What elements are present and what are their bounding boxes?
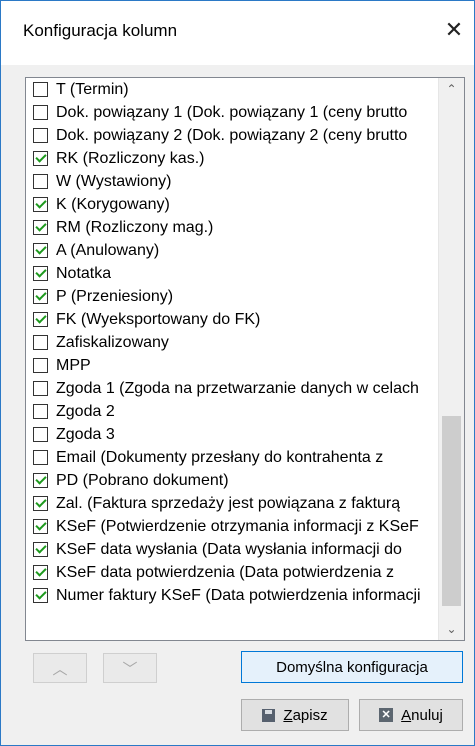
save-button-label: Zapisz (283, 706, 328, 724)
move-down-button[interactable]: ﹀ (103, 653, 157, 683)
columns-list: T (Termin) Dok. powiązany 1 (Dok. powiąza… (26, 78, 438, 607)
column-label: KSeF (Potwierdzenie otrzymania informacj… (56, 517, 419, 535)
column-checklist-item[interactable]: Zafiskalizowany (26, 331, 438, 354)
column-checklist-item[interactable]: Numer faktury KSeF (Data potwierdzenia i… (26, 584, 438, 607)
column-label: KSeF data wysłania (Data wysłania inform… (56, 540, 402, 558)
column-checklist-item[interactable]: K (Korygowany) (26, 193, 438, 216)
column-checkbox[interactable] (33, 243, 48, 258)
column-checkbox[interactable] (33, 473, 48, 488)
cancel-button[interactable]: ✕ Anuluj (359, 699, 463, 731)
title-bar: Konfiguracja kolumn ✕ (1, 1, 474, 65)
column-checkbox[interactable] (33, 404, 48, 419)
column-checklist-item[interactable]: Zgoda 2 (26, 400, 438, 423)
column-checkbox[interactable] (33, 105, 48, 120)
column-config-dialog: Konfiguracja kolumn ✕ T (Termin) Dok. pow… (0, 0, 475, 746)
column-checklist-item[interactable]: Dok. powiązany 2 (Dok. powiązany 2 (ceny… (26, 124, 438, 147)
column-label: MPP (56, 356, 91, 374)
column-checklist-item[interactable]: KSeF data potwierdzenia (Data potwierdze… (26, 561, 438, 584)
column-label: W (Wystawiony) (56, 172, 172, 190)
column-label: PD (Pobrano dokument) (56, 471, 229, 489)
column-checkbox[interactable] (33, 335, 48, 350)
save-button[interactable]: Zapisz (241, 699, 349, 731)
column-checkbox[interactable] (33, 220, 48, 235)
column-label: A (Anulowany) (56, 241, 160, 259)
column-checkbox[interactable] (33, 82, 48, 97)
column-checklist-item[interactable]: PD (Pobrano dokument) (26, 469, 438, 492)
column-checkbox[interactable] (33, 450, 48, 465)
window-title: Konfiguracja kolumn (23, 21, 178, 40)
column-checkbox[interactable] (33, 151, 48, 166)
column-label: Notatka (56, 264, 112, 282)
default-config-button[interactable]: Domyślna konfiguracja (241, 651, 463, 683)
column-checklist-item[interactable]: W (Wystawiony) (26, 170, 438, 193)
column-checkbox[interactable] (33, 588, 48, 603)
cancel-x-icon: ✕ (379, 708, 394, 722)
column-label: KSeF data potwierdzenia (Data potwierdze… (56, 563, 394, 581)
column-checklist-item[interactable]: Zal. (Faktura sprzedaży jest powiązana z… (26, 492, 438, 515)
column-checkbox[interactable] (33, 197, 48, 212)
column-label: Zgoda 1 (Zgoda na przetwarzanie danych w… (56, 379, 419, 397)
scrollbar-thumb[interactable] (442, 416, 461, 606)
columns-checklist[interactable]: T (Termin) Dok. powiązany 1 (Dok. powiąza… (25, 77, 465, 641)
column-checklist-item[interactable]: RK (Rozliczony kas.) (26, 147, 438, 170)
column-checklist-item[interactable]: KSeF data wysłania (Data wysłania inform… (26, 538, 438, 561)
column-checklist-item[interactable]: Email (Dokumenty przesłany do kontrahent… (26, 446, 438, 469)
column-label: Dok. powiązany 1 (Dok. powiązany 1 (ceny… (56, 103, 408, 121)
column-checkbox[interactable] (33, 266, 48, 281)
chevron-up-icon: ︿ (52, 660, 68, 678)
column-checkbox[interactable] (33, 289, 48, 304)
scroll-down-icon[interactable]: ⌄ (439, 618, 464, 640)
column-label: RK (Rozliczony kas.) (56, 149, 205, 167)
column-label: Email (Dokumenty przesłany do kontrahent… (56, 448, 384, 466)
column-label: P (Przeniesiony) (56, 287, 174, 305)
column-checklist-item[interactable]: Zgoda 1 (Zgoda na przetwarzanie danych w… (26, 377, 438, 400)
column-checkbox[interactable] (33, 427, 48, 442)
column-checkbox[interactable] (33, 496, 48, 511)
cancel-button-label: Anuluj (401, 706, 443, 724)
column-checklist-item[interactable]: Zgoda 3 (26, 423, 438, 446)
column-checklist-item[interactable]: MPP (26, 354, 438, 377)
close-icon[interactable]: ✕ (439, 15, 469, 45)
column-label: Zal. (Faktura sprzedaży jest powiązana z… (56, 494, 401, 512)
column-checkbox[interactable] (33, 312, 48, 327)
chevron-down-icon: ﹀ (122, 660, 138, 678)
column-checklist-item[interactable]: Notatka (26, 262, 438, 285)
column-checkbox[interactable] (33, 542, 48, 557)
column-checkbox[interactable] (33, 381, 48, 396)
column-label: Dok. powiązany 2 (Dok. powiązany 2 (ceny… (56, 126, 408, 144)
column-label: RM (Rozliczony mag.) (56, 218, 214, 236)
column-label: Zgoda 2 (56, 402, 115, 420)
vertical-scrollbar[interactable]: ⌃ ⌄ (438, 78, 464, 640)
column-checkbox[interactable] (33, 174, 48, 189)
dialog-body: T (Termin) Dok. powiązany 1 (Dok. powiąza… (1, 65, 474, 745)
column-label: Numer faktury KSeF (Data potwierdzenia i… (56, 586, 421, 604)
column-checkbox[interactable] (33, 358, 48, 373)
column-label: Zafiskalizowany (56, 333, 169, 351)
column-checkbox[interactable] (33, 565, 48, 580)
column-checklist-item[interactable]: Dok. powiązany 1 (Dok. powiązany 1 (ceny… (26, 101, 438, 124)
column-checklist-item[interactable]: FK (Wyeksportowany do FK) (26, 308, 438, 331)
column-checkbox[interactable] (33, 519, 48, 534)
scroll-up-icon[interactable]: ⌃ (439, 78, 464, 100)
floppy-disk-icon (262, 708, 276, 722)
column-checklist-item[interactable]: A (Anulowany) (26, 239, 438, 262)
column-checklist-item[interactable]: KSeF (Potwierdzenie otrzymania informacj… (26, 515, 438, 538)
move-up-button[interactable]: ︿ (33, 653, 87, 683)
column-label: K (Korygowany) (56, 195, 170, 213)
column-label: Zgoda 3 (56, 425, 115, 443)
column-label: T (Termin) (56, 80, 129, 98)
column-checklist-item[interactable]: P (Przeniesiony) (26, 285, 438, 308)
column-label: FK (Wyeksportowany do FK) (56, 310, 261, 328)
column-checklist-item[interactable]: RM (Rozliczony mag.) (26, 216, 438, 239)
column-checkbox[interactable] (33, 128, 48, 143)
column-checklist-item[interactable]: T (Termin) (26, 78, 438, 101)
